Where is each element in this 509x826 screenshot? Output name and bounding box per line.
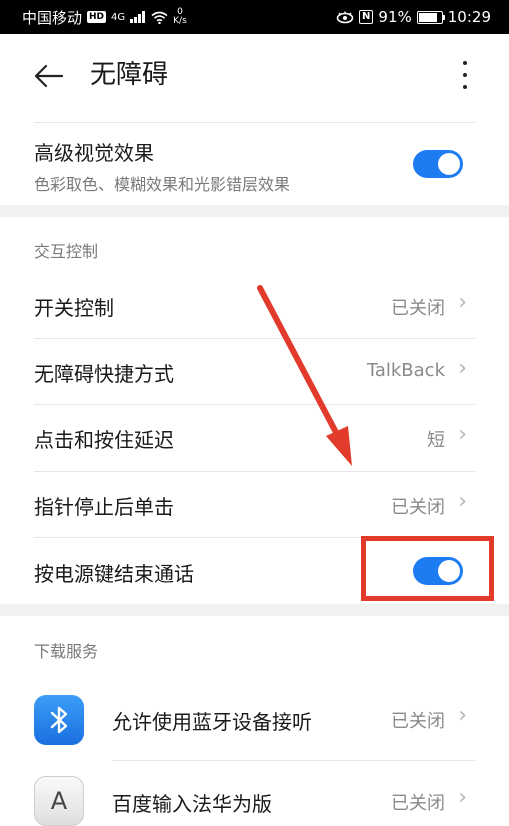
annotation-arrow (257, 285, 352, 466)
annotation-highlight-box (361, 536, 494, 601)
